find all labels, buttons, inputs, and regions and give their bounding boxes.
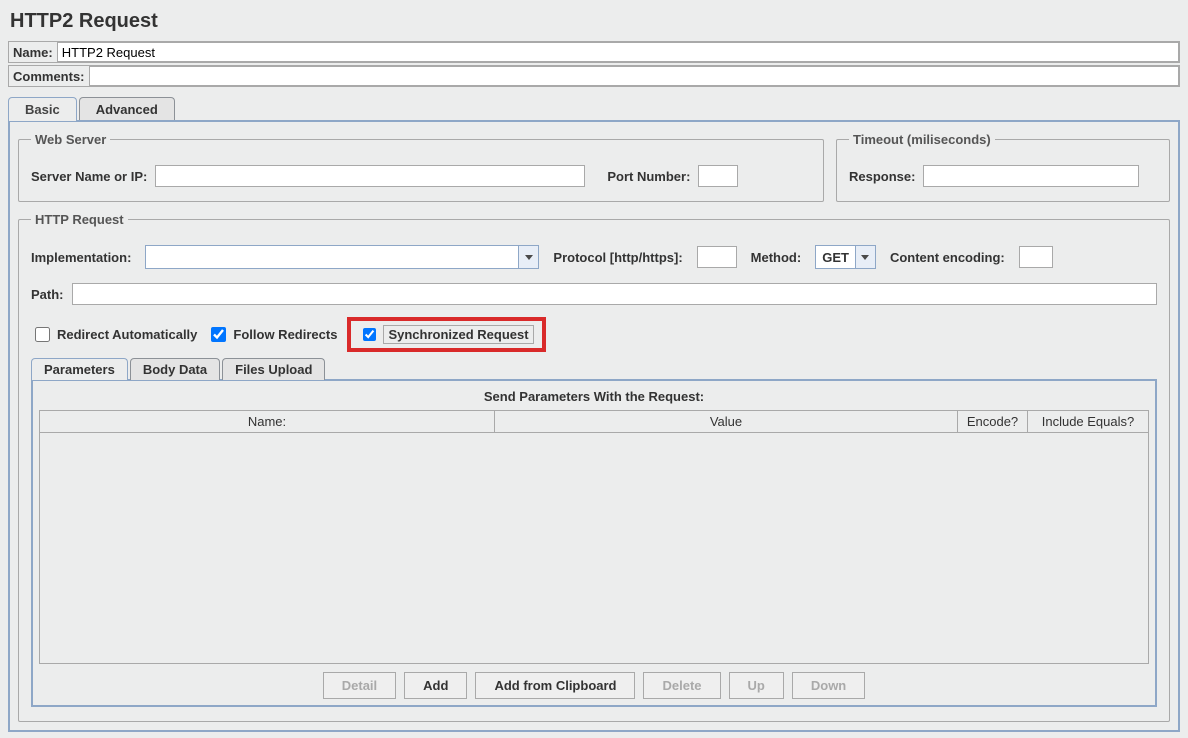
port-input[interactable] [698,165,738,187]
tab-parameters[interactable]: Parameters [31,358,128,380]
chevron-down-icon [525,255,533,260]
http-request-fieldset: HTTP Request Implementation: Protocol [h… [18,212,1170,722]
implementation-label: Implementation: [31,250,131,265]
method-value: GET [816,246,855,268]
page-title: HTTP2 Request [10,10,1180,33]
col-encode[interactable]: Encode? [958,411,1028,432]
server-name-label: Server Name or IP: [31,169,147,184]
follow-redirects-checkbox[interactable] [211,327,226,342]
protocol-label: Protocol [http/https]: [553,250,682,265]
synchronized-request-checkbox[interactable] [363,328,376,341]
path-label: Path: [31,287,64,302]
parameters-buttons: Detail Add Add from Clipboard Delete Up … [39,664,1149,699]
implementation-select[interactable] [145,245,539,269]
response-label: Response: [849,169,915,184]
parameters-title: Send Parameters With the Request: [39,387,1149,410]
protocol-input[interactable] [697,246,737,268]
col-name[interactable]: Name: [40,411,495,432]
comments-input[interactable] [89,66,1179,86]
redirect-automatically-checkbox[interactable] [35,327,50,342]
add-from-clipboard-button[interactable]: Add from Clipboard [475,672,635,699]
follow-redirects-checkbox-wrapper[interactable]: Follow Redirects [207,324,337,345]
port-label: Port Number: [607,169,690,184]
implementation-dropdown-button[interactable] [518,246,538,268]
encoding-input[interactable] [1019,246,1053,268]
parameters-table-header: Name: Value Encode? Include Equals? [40,411,1148,433]
name-label: Name: [9,43,57,62]
comments-label: Comments: [9,67,89,86]
http-request-legend: HTTP Request [31,212,128,227]
add-button[interactable]: Add [404,672,467,699]
delete-button[interactable]: Delete [643,672,720,699]
tab-files-upload[interactable]: Files Upload [222,358,325,380]
parameters-table: Name: Value Encode? Include Equals? [39,410,1149,664]
method-dropdown-button[interactable] [855,246,875,268]
col-value[interactable]: Value [495,411,958,432]
server-name-input[interactable] [155,165,585,187]
method-select[interactable]: GET [815,245,876,269]
chevron-down-icon [861,255,869,260]
encoding-label: Content encoding: [890,250,1005,265]
tab-content-basic: Web Server Server Name or IP: Port Numbe… [8,120,1180,732]
inner-tabs: Parameters Body Data Files Upload [31,358,1157,380]
parameters-panel: Send Parameters With the Request: Name: … [31,379,1157,707]
redirect-automatically-label: Redirect Automatically [57,327,197,342]
tab-basic[interactable]: Basic [8,97,77,121]
detail-button[interactable]: Detail [323,672,396,699]
parameters-table-body[interactable] [40,433,1148,663]
synchronized-request-label: Synchronized Request [383,325,533,344]
redirect-automatically-checkbox-wrapper[interactable]: Redirect Automatically [31,324,197,345]
response-input[interactable] [923,165,1139,187]
tab-advanced[interactable]: Advanced [79,97,175,121]
col-include-equals[interactable]: Include Equals? [1028,411,1148,432]
synchronized-request-highlight: Synchronized Request [347,317,545,352]
name-row: Name: [8,41,1180,63]
web-server-legend: Web Server [31,132,110,147]
implementation-value [146,246,518,268]
follow-redirects-label: Follow Redirects [233,327,337,342]
name-input[interactable] [57,42,1179,62]
timeout-fieldset: Timeout (miliseconds) Response: [836,132,1170,202]
tab-body-data[interactable]: Body Data [130,358,220,380]
timeout-legend: Timeout (miliseconds) [849,132,995,147]
path-input[interactable] [72,283,1158,305]
main-tabs: Basic Advanced [8,97,1180,121]
comments-row: Comments: [8,65,1180,87]
up-button[interactable]: Up [729,672,784,699]
web-server-fieldset: Web Server Server Name or IP: Port Numbe… [18,132,824,202]
method-label: Method: [751,250,802,265]
down-button[interactable]: Down [792,672,865,699]
